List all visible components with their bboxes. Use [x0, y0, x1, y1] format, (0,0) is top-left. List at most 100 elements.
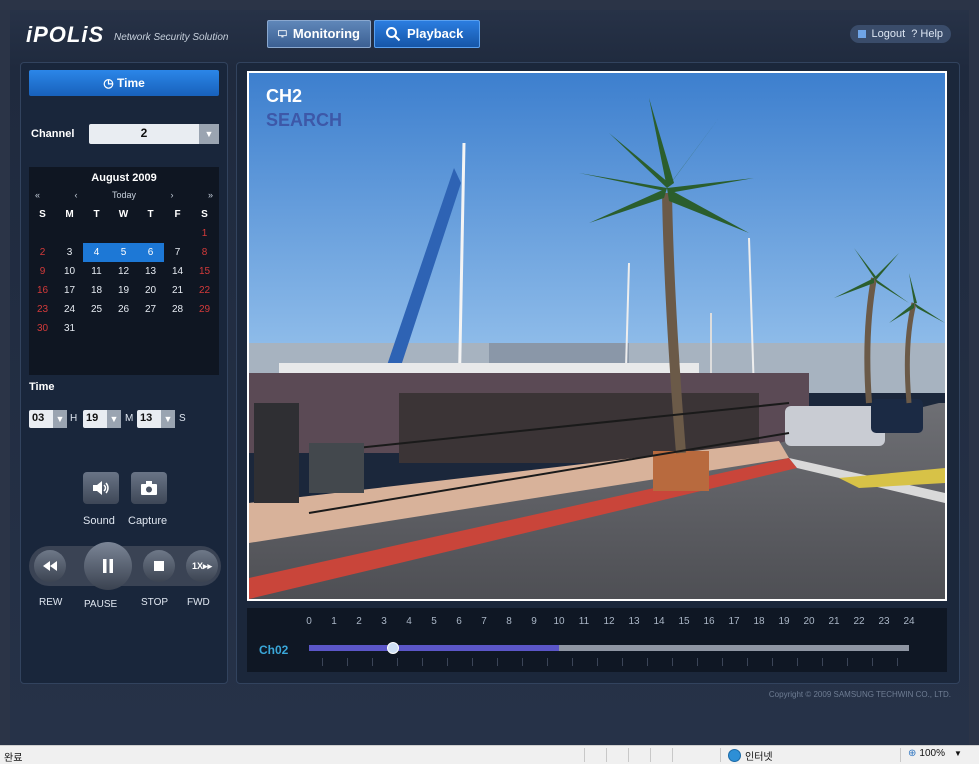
hour-select[interactable]: 03 ▼ — [29, 410, 67, 428]
clock-icon: ◷ — [103, 76, 117, 90]
timeline-tick — [546, 658, 548, 666]
calendar-empty-cell — [164, 319, 191, 338]
calendar-day[interactable]: 22 — [191, 281, 218, 300]
playback-controls: 1X ▸▸ — [29, 542, 221, 590]
sound-label: Sound — [83, 515, 115, 527]
calendar-title: August 2009 — [91, 172, 157, 184]
calendar-day[interactable]: 13 — [137, 262, 164, 281]
calendar-day[interactable]: 3 — [56, 243, 83, 262]
calendar-day[interactable]: 30 — [29, 319, 56, 338]
calendar-day[interactable]: 10 — [56, 262, 83, 281]
second-select[interactable]: 13 ▼ — [137, 410, 175, 428]
timeline-hour-label: 3 — [381, 616, 387, 627]
rew-button[interactable] — [34, 550, 66, 582]
calendar-day[interactable]: 14 — [164, 262, 191, 281]
calendar-day[interactable]: 19 — [110, 281, 137, 300]
calendar-empty-cell — [137, 224, 164, 243]
calendar-day[interactable]: 4 — [83, 243, 110, 262]
next-month-button[interactable]: › — [171, 190, 174, 205]
timeline-tick — [521, 658, 523, 666]
timeline-hour-label: 0 — [306, 616, 312, 627]
capture-button[interactable] — [131, 472, 167, 504]
timeline-playhead[interactable] — [386, 642, 399, 654]
timeline-tick — [771, 658, 773, 666]
channel-select[interactable]: 2 ▼ — [89, 124, 219, 144]
calendar-day[interactable]: 27 — [137, 300, 164, 319]
status-divider — [650, 748, 651, 762]
tab-playback[interactable]: Playback — [374, 20, 480, 48]
calendar-day[interactable]: 16 — [29, 281, 56, 300]
calendar-day[interactable]: 18 — [83, 281, 110, 300]
calendar-empty-cell — [83, 319, 110, 338]
tab-time-label: Time — [117, 76, 145, 90]
timeline-tick — [746, 658, 748, 666]
sound-button[interactable] — [83, 472, 119, 504]
timeline-channel-label: Ch02 — [259, 643, 289, 657]
timeline-hour-label: 8 — [506, 616, 512, 627]
calendar-day[interactable]: 17 — [56, 281, 83, 300]
today-button[interactable]: Today — [112, 190, 136, 205]
pause-label: PAUSE — [84, 599, 118, 610]
calendar-day[interactable]: 21 — [164, 281, 191, 300]
channel-label: Channel — [31, 128, 75, 140]
chevron-down-icon[interactable]: ▼ — [107, 410, 121, 428]
stop-button[interactable] — [143, 550, 175, 582]
calendar-day[interactable]: 8 — [191, 243, 218, 262]
timeline-hour-label: 10 — [553, 616, 565, 627]
tab-monitoring[interactable]: Monitoring — [267, 20, 371, 48]
calendar-day[interactable]: 20 — [137, 281, 164, 300]
prev-year-button[interactable]: « — [35, 190, 40, 205]
timeline[interactable]: Ch02 0 1 2 3 4 5 6 7 8 9 10 11 12 13 14 15 16 17 18 19 20 21 2… — [247, 608, 947, 672]
pause-button[interactable] — [84, 542, 132, 590]
rewind-icon — [43, 561, 57, 571]
minute-select[interactable]: 19 ▼ — [83, 410, 121, 428]
chevron-down-icon[interactable]: ▼ — [53, 410, 67, 428]
calendar-day[interactable]: 6 — [137, 243, 164, 262]
help-link[interactable]: ? Help — [911, 25, 943, 43]
timeline-hour-label: 2 — [356, 616, 362, 627]
timeline-tick — [396, 658, 398, 666]
timeline-hour-label: 9 — [531, 616, 537, 627]
timeline-track[interactable] — [309, 642, 909, 654]
prev-month-button[interactable]: ‹ — [75, 190, 78, 205]
calendar-day[interactable]: 1 — [191, 224, 218, 243]
timeline-tick — [621, 658, 623, 666]
calendar-day[interactable]: 24 — [56, 300, 83, 319]
calendar-day[interactable]: 2 — [29, 243, 56, 262]
calendar-day[interactable]: 12 — [110, 262, 137, 281]
timeline-hour-label: 21 — [828, 616, 840, 627]
logo-subtitle: Network Security Solution — [114, 32, 229, 43]
calendar-day[interactable]: 11 — [83, 262, 110, 281]
video-view[interactable]: CH2 SEARCH — [247, 71, 947, 601]
calendar-day[interactable]: 31 — [56, 319, 83, 338]
timeline-tick — [896, 658, 898, 666]
chevron-down-icon[interactable]: ▼ — [199, 124, 219, 144]
hour-unit: H — [70, 413, 78, 424]
calendar-day[interactable]: 26 — [110, 300, 137, 319]
calendar-day[interactable]: 7 — [164, 243, 191, 262]
calendar-day[interactable]: 25 — [83, 300, 110, 319]
calendar-day[interactable]: 28 — [164, 300, 191, 319]
calendar-day[interactable]: 15 — [191, 262, 218, 281]
timeline-tick — [471, 658, 473, 666]
chevron-down-icon[interactable]: ▼ — [161, 410, 175, 428]
calendar-day[interactable]: 9 — [29, 262, 56, 281]
calendar-day[interactable]: 5 — [110, 243, 137, 262]
timeline-hour-label: 12 — [603, 616, 615, 627]
calendar-grid: S M T W T F S 1 2 3 4 5 6 7 8 9 10 11 12 13 14 15 16 17 18 19 20 21… — [29, 205, 219, 338]
timeline-tick — [596, 658, 598, 666]
globe-icon — [728, 749, 741, 762]
timeline-tick — [671, 658, 673, 666]
calendar-day[interactable]: 23 — [29, 300, 56, 319]
fwd-button[interactable]: 1X ▸▸ — [186, 550, 218, 582]
next-year-button[interactable]: » — [208, 190, 213, 205]
second-value: 13 — [140, 412, 153, 424]
search-icon — [386, 27, 401, 42]
hour-value: 03 — [32, 412, 45, 424]
calendar-day[interactable]: 29 — [191, 300, 218, 319]
tab-time[interactable]: ◷ Time — [29, 70, 219, 96]
zoom-control[interactable]: ⊕ 100% ▼ — [908, 748, 962, 759]
weekday-header: F — [174, 209, 181, 220]
logout-link[interactable]: Logout — [872, 25, 906, 43]
app-window: iPOLiS Network Security Solution Monitor… — [10, 10, 969, 745]
